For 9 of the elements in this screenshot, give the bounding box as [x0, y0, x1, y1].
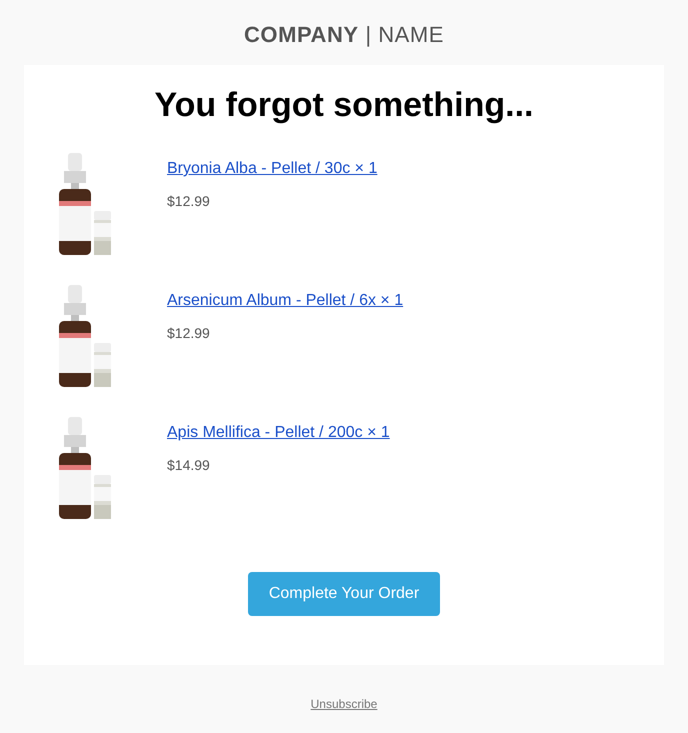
product-link[interactable]: Arsenicum Album - Pellet / 6x × 1 [167, 289, 404, 313]
product-price: $12.99 [167, 192, 211, 211]
company-logo: COMPANY | NAME [244, 21, 444, 46]
product-price: $12.99 [167, 324, 211, 343]
product-link[interactable]: Bryonia Alba - Pellet / 30c × 1 [167, 157, 378, 181]
product-price: $14.99 [167, 456, 211, 475]
email-heading: You forgot something... [154, 85, 534, 126]
product-link[interactable]: Apis Mellifica - Pellet / 200c × 1 [167, 421, 390, 445]
unsubscribe-link[interactable]: Unsubscribe [310, 695, 378, 713]
